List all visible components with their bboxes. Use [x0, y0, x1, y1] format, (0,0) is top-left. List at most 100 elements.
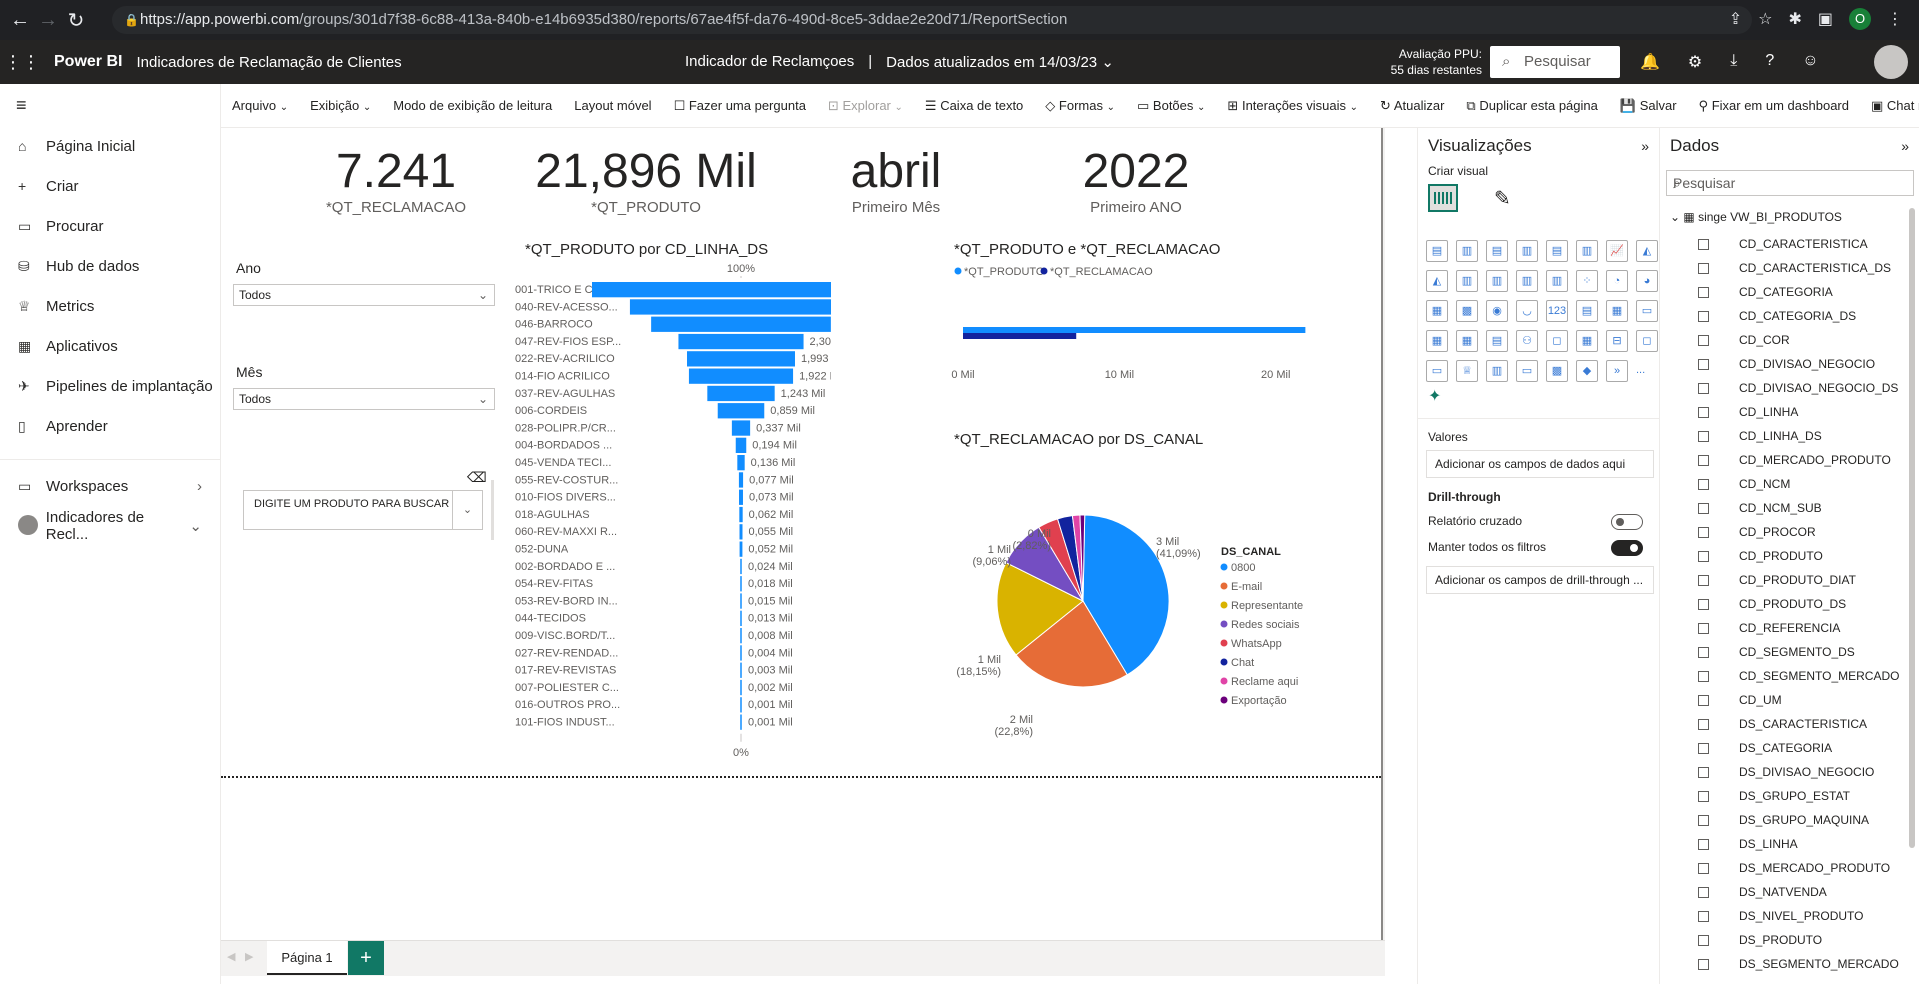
card-primeiro-ano[interactable]: 2022 Primeiro ANO — [1061, 144, 1211, 216]
more-visuals-icon[interactable]: ... — [1636, 360, 1645, 380]
funnel-bar[interactable] — [740, 662, 742, 678]
visual-type-icon[interactable]: 📈 — [1606, 240, 1628, 262]
hamburger-menu-icon[interactable]: ≡ — [0, 84, 220, 126]
toolbar-item[interactable]: Arquivo ⌄ — [221, 98, 299, 113]
field-checkbox[interactable] — [1698, 670, 1709, 682]
visual-type-icon[interactable]: ▦ — [1426, 300, 1448, 322]
field-checkbox[interactable] — [1698, 238, 1709, 250]
visual-type-icon[interactable]: ▤ — [1426, 240, 1448, 262]
toolbar-item[interactable]: ⊞ Interações visuais ⌄ — [1216, 98, 1369, 114]
field-checkbox[interactable] — [1698, 694, 1709, 706]
extensions-icon[interactable]: ✱ — [1788, 9, 1801, 29]
toolbar-item[interactable]: ☰ Caixa de texto — [914, 98, 1034, 114]
funnel-bar[interactable] — [592, 282, 831, 298]
field-checkbox[interactable] — [1698, 454, 1709, 466]
field-item[interactable]: CD_PRODUTO_DIAT — [1698, 568, 1898, 592]
tab-next-icon[interactable]: ▶ — [245, 950, 253, 963]
toolbar-item[interactable]: Exibição ⌄ — [299, 98, 382, 113]
pie-legend-label[interactable]: Redes sociais — [1231, 619, 1300, 631]
visual-type-icon[interactable]: ▥ — [1576, 240, 1598, 262]
field-checkbox[interactable] — [1698, 646, 1709, 658]
field-item[interactable]: CD_PRODUTO_DS — [1698, 592, 1898, 616]
visual-type-icon[interactable]: ▤ — [1546, 240, 1568, 262]
bookmark-star-icon[interactable]: ☆ — [1758, 9, 1772, 29]
share-icon[interactable]: ⇪ — [1729, 9, 1742, 29]
visual-type-icon[interactable]: ◻ — [1636, 330, 1658, 352]
pie-legend-label[interactable]: Exportação — [1231, 695, 1287, 707]
brand-label[interactable]: Power BI — [54, 53, 122, 71]
funnel-bar[interactable] — [688, 368, 794, 384]
help-icon[interactable]: ? — [1765, 52, 1774, 72]
funnel-bar[interactable] — [731, 420, 751, 436]
funnel-bar[interactable] — [717, 403, 765, 419]
visual-type-icon[interactable]: » — [1606, 360, 1628, 382]
nav-item[interactable]: ✈ Pipelines de implantação — [0, 366, 220, 406]
visual-type-icon[interactable]: ▩ — [1546, 360, 1568, 382]
toolbar-item[interactable]: ⚲ Fixar em um dashboard — [1688, 98, 1860, 114]
browser-menu-icon[interactable]: ⋮ — [1887, 9, 1903, 29]
field-item[interactable]: DS_NATVENDA — [1698, 880, 1898, 904]
funnel-bar[interactable] — [740, 697, 742, 713]
values-well[interactable]: Adicionar os campos de dados aqui — [1426, 450, 1654, 478]
field-item[interactable]: CD_LINHA_DS — [1698, 424, 1898, 448]
funnel-bar[interactable] — [739, 541, 743, 557]
field-item[interactable]: CD_LINHA — [1698, 400, 1898, 424]
visual-type-icon[interactable]: ◭ — [1426, 270, 1448, 292]
pie-legend-label[interactable]: WhatsApp — [1231, 638, 1282, 650]
address-bar[interactable]: 🔒 https://app.powerbi.com/groups/301d7f38… — [112, 6, 1752, 34]
toolbar-item[interactable]: ⊡ Explorar ⌄ — [817, 98, 914, 114]
visual-type-icon[interactable]: ▩ — [1456, 300, 1478, 322]
build-visual-tab-icon[interactable] — [1428, 184, 1458, 212]
pie-legend-label[interactable]: 0800 — [1231, 562, 1255, 574]
tab-pagina-1[interactable]: Página 1 — [267, 941, 347, 975]
toolbar-item[interactable]: ▭ Botões ⌄ — [1126, 98, 1216, 114]
visual-type-icon[interactable]: ▤ — [1486, 330, 1508, 352]
field-item[interactable]: CD_PROCOR — [1698, 520, 1898, 544]
feedback-icon[interactable]: ☺ — [1802, 52, 1818, 72]
nav-item[interactable]: ▭ Procurar — [0, 206, 220, 246]
data-updated-dropdown[interactable]: Dados atualizados em 14/03/23 ⌄ — [886, 53, 1114, 71]
field-item[interactable]: DS_NIVEL_PRODUTO — [1698, 904, 1898, 928]
funnel-bar[interactable] — [740, 610, 742, 626]
funnel-bar[interactable] — [678, 333, 804, 350]
field-item[interactable]: CD_SEGMENTO_DS — [1698, 640, 1898, 664]
field-checkbox[interactable] — [1698, 934, 1709, 946]
field-checkbox[interactable] — [1698, 766, 1709, 778]
field-checkbox[interactable] — [1698, 310, 1709, 322]
field-checkbox[interactable] — [1698, 598, 1709, 610]
nav-item[interactable]: ⛁ Hub de dados — [0, 246, 220, 286]
visual-type-icon[interactable]: ▭ — [1516, 360, 1538, 382]
nav-item[interactable]: ⌂ Página Inicial — [0, 126, 220, 166]
toolbar-item[interactable]: ☐ Fazer uma pergunta — [663, 98, 817, 114]
keep-filters-toggle[interactable] — [1611, 540, 1643, 556]
get-more-visuals-icon[interactable]: ✦ — [1428, 386, 1441, 406]
visual-type-icon[interactable]: ♕ — [1456, 360, 1478, 382]
funnel-bar[interactable] — [740, 714, 742, 730]
toolbar-item[interactable]: Modo de exibição de leitura — [382, 98, 563, 113]
visual-type-icon[interactable]: ▥ — [1456, 240, 1478, 262]
funnel-bar[interactable] — [740, 576, 742, 592]
funnel-bar[interactable] — [740, 593, 742, 609]
toolbar-item[interactable]: ⧉ Duplicar esta página — [1455, 98, 1608, 114]
app-launcher-icon[interactable]: ⋮⋮ — [0, 52, 44, 73]
nav-workspaces[interactable]: ▭ Workspaces › — [0, 466, 220, 506]
report-name[interactable]: Indicadores de Reclamação de Clientes — [136, 54, 401, 71]
pie-legend-label[interactable]: E-mail — [1231, 581, 1262, 593]
funnel-bar[interactable] — [740, 558, 742, 575]
nav-item[interactable]: ▯ Aprender — [0, 406, 220, 446]
field-item[interactable]: CD_CATEGORIA — [1698, 280, 1898, 304]
field-item[interactable]: DS_MERCADO_PRODUTO — [1698, 856, 1898, 880]
visual-type-icon[interactable]: ▥ — [1516, 240, 1538, 262]
data-search-input[interactable]: ⌕ Pesquisar — [1666, 170, 1914, 196]
visual-type-icon[interactable]: ▥ — [1516, 270, 1538, 292]
slicer-ano-dropdown[interactable]: Todos ⌄ — [233, 284, 495, 306]
funnel-bar[interactable] — [740, 679, 742, 696]
pie-legend-label[interactable]: Reclame aqui — [1231, 676, 1298, 688]
visual-type-icon[interactable]: ▤ — [1576, 300, 1598, 322]
field-checkbox[interactable] — [1698, 478, 1709, 490]
field-checkbox[interactable] — [1698, 262, 1709, 274]
reload-icon[interactable]: ↻ — [62, 8, 90, 33]
field-checkbox[interactable] — [1698, 406, 1709, 418]
field-item[interactable]: DS_LINHA — [1698, 832, 1898, 856]
field-item[interactable]: CD_SEGMENTO_MERCADO — [1698, 664, 1899, 688]
